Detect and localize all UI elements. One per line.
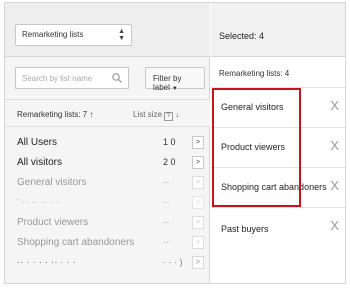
- add-list-button: >: [192, 196, 204, 209]
- list-name: ' ·· ·· ·· · ·: [17, 197, 60, 208]
- list-size: 1 0: [163, 137, 176, 147]
- list-name: All Users: [17, 137, 58, 148]
- selected-item-label: Shopping cart abandoners: [221, 182, 327, 192]
- add-list-button[interactable]: >: [192, 136, 204, 149]
- selected-header: Selected: 4: [211, 3, 345, 57]
- list-row: Shopping cart abandoners -- >: [5, 233, 210, 253]
- add-list-button: >: [192, 176, 204, 189]
- list-row: All visitors 2 0 >: [5, 153, 210, 173]
- remarketing-list-picker: Remarketing lists ▲ ▼ Search by list name…: [4, 2, 346, 284]
- updown-arrows-icon: ▲ ▼: [118, 28, 125, 42]
- left-toolbar: Remarketing lists ▲ ▼: [5, 3, 210, 57]
- list-name: General visitors: [17, 177, 87, 188]
- list-size: · · · ): [163, 257, 183, 267]
- available-lists-pane: Remarketing lists ▲ ▼ Search by list name…: [5, 3, 210, 283]
- selected-item-label: General visitors: [221, 102, 284, 112]
- list-size: --: [163, 177, 169, 187]
- search-placeholder: Search by list name: [22, 74, 93, 83]
- help-icon[interactable]: ?: [163, 112, 173, 121]
- filter-by-label-button[interactable]: Filter by label ▼: [145, 67, 205, 92]
- selected-item-label: Product viewers: [221, 142, 286, 152]
- selected-item: Shopping cart abandoners X: [211, 167, 345, 207]
- selected-subheader: Remarketing lists: 4: [219, 69, 290, 78]
- list-row: ' ·· ·· ·· · · -- >: [5, 193, 210, 213]
- remove-icon[interactable]: X: [330, 218, 339, 233]
- list-row: General visitors -- >: [5, 173, 210, 193]
- selected-item: Past buyers X: [211, 207, 345, 247]
- selected-lists-pane: Selected: 4 Remarketing lists: 4 General…: [211, 3, 345, 283]
- list-row: Product viewers -- >: [5, 213, 210, 233]
- add-list-button: >: [192, 216, 204, 229]
- list-size: --: [163, 217, 169, 227]
- selected-count: Selected: 4: [219, 31, 265, 41]
- add-list-button[interactable]: >: [192, 156, 204, 169]
- selected-item: General visitors X: [211, 87, 345, 127]
- remove-icon[interactable]: X: [330, 138, 339, 153]
- caret-down-icon: ▼: [171, 86, 178, 92]
- remove-icon[interactable]: X: [330, 98, 339, 113]
- remove-icon[interactable]: X: [330, 178, 339, 193]
- sort-down-icon: ↓: [175, 110, 180, 119]
- list-name: All visitors: [17, 157, 63, 168]
- list-size: 2 0: [163, 157, 176, 167]
- sort-up-icon: ↑: [89, 110, 94, 119]
- list-name: Shopping cart abandoners: [17, 237, 135, 248]
- list-row: All Users 1 0 >: [5, 133, 210, 153]
- selected-item: Product viewers X: [211, 127, 345, 167]
- name-column-header[interactable]: Remarketing lists: 7 ↑: [17, 110, 93, 119]
- list-name: ·· · · · · ·· · · ·: [17, 257, 76, 268]
- list-name: Product viewers: [17, 217, 89, 228]
- search-input[interactable]: Search by list name: [15, 67, 129, 89]
- add-list-button: >: [192, 236, 204, 249]
- add-list-button[interactable]: >: [192, 256, 204, 269]
- search-icon: [112, 73, 122, 83]
- list-size: --: [163, 237, 169, 247]
- list-size: --: [163, 197, 169, 207]
- list-column-header: Remarketing lists: 7 ↑ List size? ↓: [5, 99, 210, 127]
- available-list-rows: All Users 1 0 > All visitors 2 0 > Gener…: [5, 133, 210, 273]
- size-column-header[interactable]: List size? ↓: [133, 110, 179, 121]
- list-row: ·· · · · · ·· · · · · · · ) >: [5, 253, 210, 273]
- selected-item-label: Past buyers: [221, 224, 269, 234]
- list-type-label: Remarketing lists: [22, 30, 84, 39]
- list-type-dropdown[interactable]: Remarketing lists ▲ ▼: [15, 24, 132, 46]
